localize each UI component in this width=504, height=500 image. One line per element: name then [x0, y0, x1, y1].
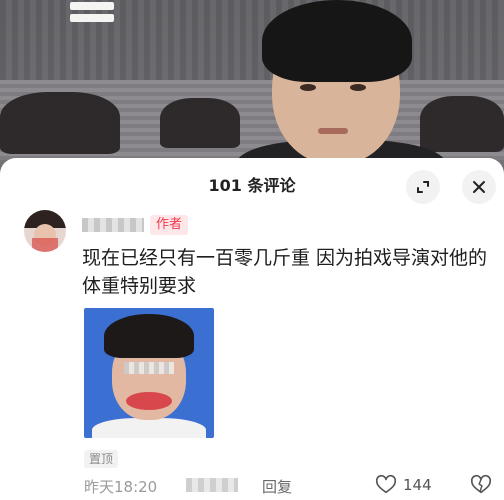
broken-heart-icon[interactable] [470, 474, 492, 496]
heart-icon[interactable] [375, 474, 397, 496]
person-eye [350, 84, 366, 91]
expand-icon [417, 181, 429, 193]
author-badge: 作者 [150, 215, 189, 235]
crowd-right [420, 96, 504, 152]
crowd-left [0, 92, 120, 154]
stadium-stands [0, 0, 504, 80]
crowd-center [160, 98, 240, 148]
person-eye [300, 84, 316, 91]
comments-sheet: 101 条评论 作者 现在已经只有一百零几斤重 因为拍戏导演对他的体重特别要求 … [0, 158, 504, 500]
comment-text: 现在已经只有一百零几斤重 因为拍戏导演对他的体重特别要求 [82, 247, 488, 297]
username-redacted[interactable] [82, 218, 144, 232]
person-mouth [318, 128, 348, 134]
author-avatar[interactable] [24, 210, 66, 252]
close-icon [473, 181, 485, 193]
comment-timestamp: 昨天18:20 [84, 478, 158, 496]
comment-attached-image[interactable] [84, 308, 214, 438]
close-button[interactable] [462, 170, 496, 204]
location-redacted [186, 478, 238, 492]
pinned-tag: 置顶 [84, 450, 119, 468]
expand-button[interactable] [406, 170, 440, 204]
reply-button[interactable]: 回复 [262, 476, 292, 497]
stadium-light [70, 2, 114, 10]
background-video-frame [0, 0, 504, 178]
stadium-light [70, 14, 114, 22]
person-hair [262, 0, 412, 82]
like-count: 144 [403, 476, 432, 494]
